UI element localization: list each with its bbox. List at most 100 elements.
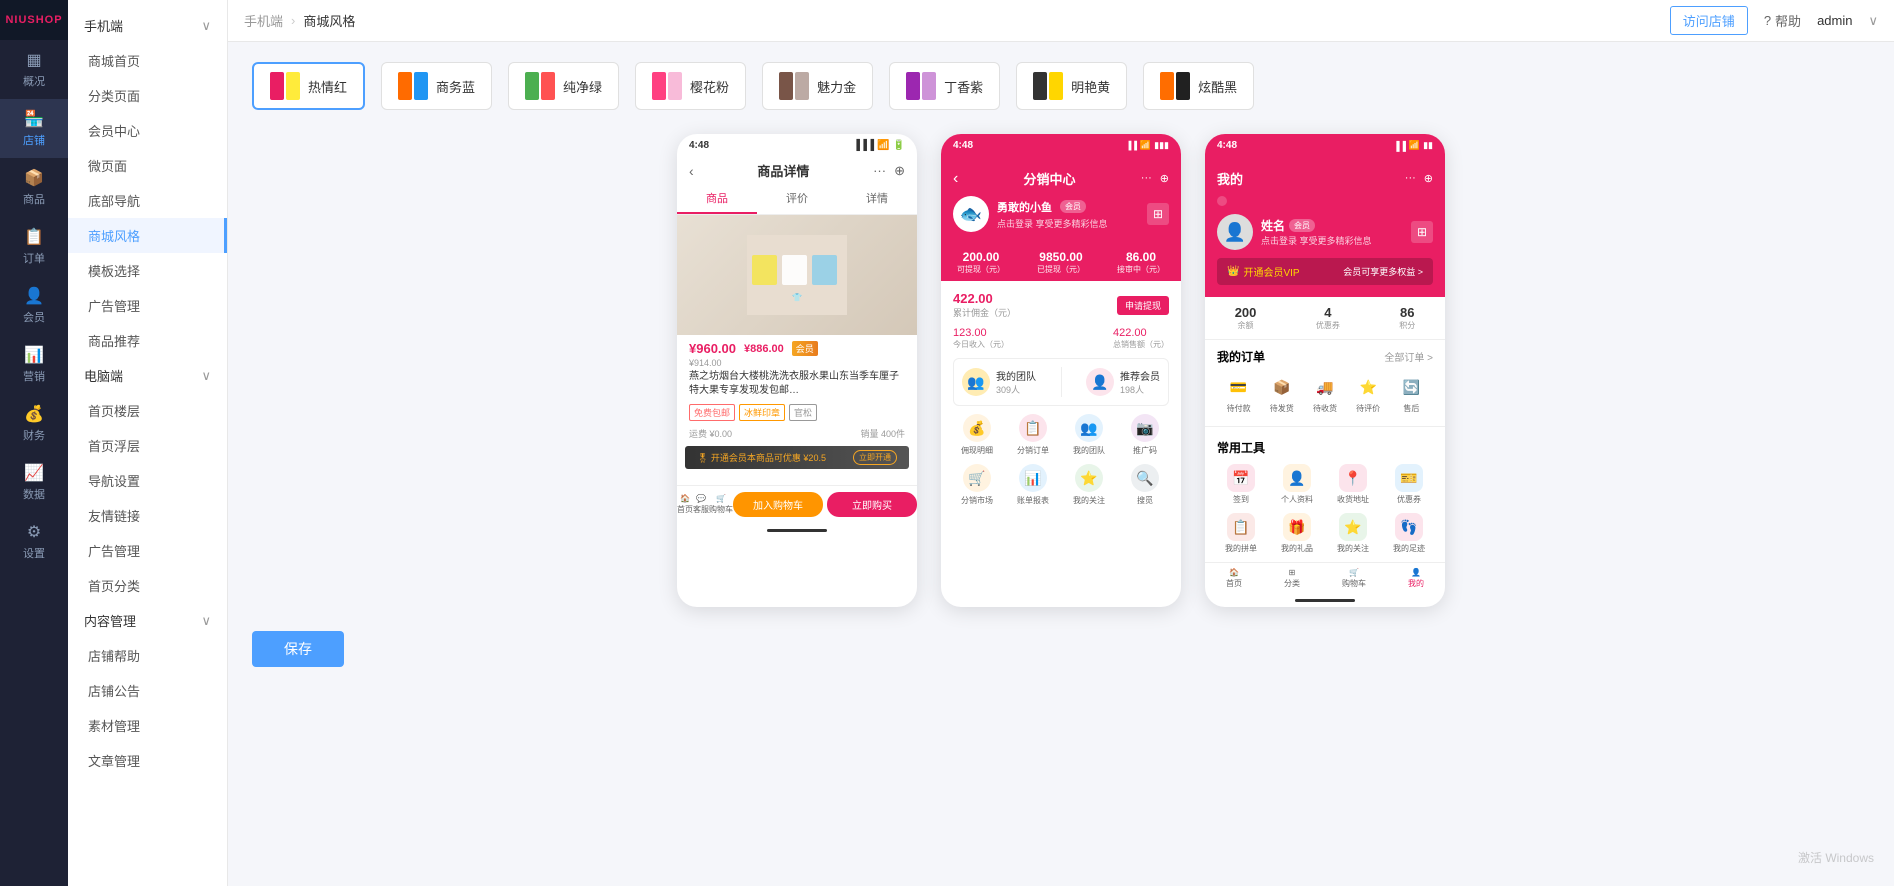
sec-item-pc-ad[interactable]: 广告管理	[68, 533, 227, 568]
theme-card-red[interactable]: 热情红	[252, 62, 365, 110]
dist-action-icons: ··· ⊕	[1141, 172, 1169, 185]
swatch-yellow-2	[1049, 72, 1063, 100]
my-orders-all[interactable]: 全部订单 >	[1384, 349, 1433, 364]
pd-nav-home[interactable]: 🏠 首页	[677, 494, 693, 515]
sec-item-material[interactable]: 素材管理	[68, 708, 227, 743]
theme-card-green[interactable]: 纯净绿	[508, 62, 619, 110]
my-settings-icon[interactable]: ⊕	[1424, 172, 1433, 185]
sidebar-item-member[interactable]: 👤 会员	[0, 276, 68, 335]
help-link[interactable]: ? 帮助	[1764, 11, 1801, 30]
dist-grid-item-3[interactable]: 📷 推广码	[1121, 414, 1169, 456]
sidebar-item-product[interactable]: 📦 商品	[0, 158, 68, 217]
sidebar-item-marketing[interactable]: 📊 营销	[0, 335, 68, 394]
my-tool-address[interactable]: 📍 收货地址	[1329, 464, 1377, 505]
dist-qr-icon[interactable]: ⊞	[1147, 203, 1169, 225]
sec-item-store-recommend[interactable]: 商品推荐	[68, 323, 227, 358]
my-tool-signin[interactable]: 📅 签到	[1217, 464, 1265, 505]
sidebar-item-settings[interactable]: ⚙ 设置	[0, 512, 68, 571]
my-order-pending-ship[interactable]: 📦 待发货	[1268, 373, 1296, 414]
main-sidebar: NIUSHOP ▦ 概况 🏪 店铺 📦 商品 📋 订单 👤 会员 📊 营销 💰 …	[0, 0, 68, 886]
my-qr-icon[interactable]: ⊞	[1411, 221, 1433, 243]
sec-item-bottom-nav[interactable]: 底部导航	[68, 183, 227, 218]
topbar-right: 访问店铺 ? 帮助 admin ∨	[1670, 6, 1878, 35]
sec-item-ad-manage[interactable]: 广告管理	[68, 288, 227, 323]
my-order-pending-receive[interactable]: 🚚 待收货	[1311, 373, 1339, 414]
theme-card-gold[interactable]: 魅力金	[762, 62, 873, 110]
sec-item-store-style[interactable]: 商城风格	[68, 218, 227, 253]
pc-group-title[interactable]: 电脑端 ∨	[68, 358, 227, 393]
sec-item-pc-home-float[interactable]: 首页浮层	[68, 428, 227, 463]
pd-tab-review[interactable]: 评价	[757, 184, 837, 214]
pd-tab-product[interactable]: 商品	[677, 184, 757, 214]
visit-store-button[interactable]: 访问店铺	[1670, 6, 1748, 35]
my-more-icon[interactable]: ···	[1405, 172, 1416, 185]
dist-grid-item-5[interactable]: 📊 账单报表	[1009, 464, 1057, 506]
product-icon: 📦	[24, 168, 44, 188]
theme-card-blue[interactable]: 商务蓝	[381, 62, 492, 110]
more-icon[interactable]: ···	[873, 163, 886, 179]
share-icon[interactable]: ⊕	[894, 163, 905, 179]
my-tool-gift[interactable]: 🎁 我的礼品	[1273, 513, 1321, 554]
my-nav-category[interactable]: ⊞ 分类	[1284, 568, 1300, 589]
pd-nav-service[interactable]: 💬 客服	[693, 494, 709, 515]
dist-grid-item-1[interactable]: 📋 分销订单	[1009, 414, 1057, 456]
mobile-group-title[interactable]: 手机端 ∨	[68, 8, 227, 43]
my-order-pending-pay[interactable]: 💳 待付款	[1225, 373, 1253, 414]
my-order-pending-review[interactable]: ⭐ 待评价	[1354, 373, 1382, 414]
sec-item-micro-page[interactable]: 微页面	[68, 148, 227, 183]
my-tool-group-buy[interactable]: 📋 我的拼单	[1217, 513, 1265, 554]
theme-card-yellow[interactable]: 明艳黄	[1016, 62, 1127, 110]
my-tool-profile[interactable]: 👤 个人资料	[1273, 464, 1321, 505]
dist-more-icon[interactable]: ···	[1141, 172, 1152, 185]
vip-rights-btn[interactable]: 会员可享更多权益 >	[1343, 265, 1423, 278]
my-nav-cart[interactable]: 🛒 购物车	[1342, 568, 1366, 589]
sidebar-item-store[interactable]: 🏪 店铺	[0, 99, 68, 158]
phone-distribution: 4:48 ▐▐ 📶 ▮▮▮ ‹ 分销中心 ···	[941, 134, 1181, 607]
dist-grid-item-7[interactable]: 🔍 搜觅	[1121, 464, 1169, 506]
sec-item-pc-home-category[interactable]: 首页分类	[68, 568, 227, 603]
withdraw-button[interactable]: 申请提现	[1117, 296, 1169, 315]
dist-grid-item-4[interactable]: 🛒 分销市场	[953, 464, 1001, 506]
back-arrow[interactable]: ‹	[689, 163, 694, 179]
chevron-down-icon-pc: ∨	[201, 368, 211, 384]
sidebar-item-data[interactable]: 📈 数据	[0, 453, 68, 512]
my-nav-mine[interactable]: 👤 我的	[1408, 568, 1424, 589]
sec-item-store-help[interactable]: 店铺帮助	[68, 638, 227, 673]
dist-grid-item-2[interactable]: 👥 我的团队	[1065, 414, 1113, 456]
theme-card-pink[interactable]: 樱花粉	[635, 62, 746, 110]
dist-grid-item-6[interactable]: ⭐ 我的关注	[1065, 464, 1113, 506]
my-nav-home[interactable]: 🏠 首页	[1226, 568, 1242, 589]
my-tool-footprint[interactable]: 👣 我的足迹	[1385, 513, 1433, 554]
my-order-after-sales[interactable]: 🔄 售后	[1397, 373, 1425, 414]
vip-promo[interactable]: 👑 开通会员VIP 会员可享更多权益 >	[1217, 258, 1433, 285]
sidebar-item-order[interactable]: 📋 订单	[0, 217, 68, 276]
grid-icon-6: ⭐	[1075, 464, 1103, 492]
my-tool-coupon[interactable]: 🎫 优惠券	[1385, 464, 1433, 505]
pd-tab-detail[interactable]: 详情	[837, 184, 917, 214]
dist-grid-item-0[interactable]: 💰 佣现明细	[953, 414, 1001, 456]
dist-settings-icon[interactable]: ⊕	[1160, 172, 1169, 185]
theme-card-black[interactable]: 炫酷黑	[1143, 62, 1254, 110]
content-group-title[interactable]: 内容管理 ∨	[68, 603, 227, 638]
sidebar-item-finance[interactable]: 💰 财务	[0, 394, 68, 453]
theme-card-purple[interactable]: 丁香紫	[889, 62, 1000, 110]
sec-item-pc-home-tower[interactable]: 首页楼层	[68, 393, 227, 428]
vip-open-btn[interactable]: 立即开通	[853, 450, 897, 465]
sec-item-store-notice[interactable]: 店铺公告	[68, 673, 227, 708]
save-button[interactable]: 保存	[252, 631, 344, 667]
sec-item-member-center[interactable]: 会员中心	[68, 113, 227, 148]
my-tool-follow[interactable]: ⭐ 我的关注	[1329, 513, 1377, 554]
sec-item-pc-friend-link[interactable]: 友情链接	[68, 498, 227, 533]
sec-item-home[interactable]: 商城首页	[68, 43, 227, 78]
question-icon: ?	[1764, 13, 1771, 28]
buy-now-button[interactable]: 立即购买	[827, 492, 917, 517]
pd-nav-cart[interactable]: 🛒 购物车	[709, 494, 733, 515]
sec-item-article[interactable]: 文章管理	[68, 743, 227, 778]
sec-item-pc-nav[interactable]: 导航设置	[68, 463, 227, 498]
sec-item-template[interactable]: 模板选择	[68, 253, 227, 288]
vip-bar[interactable]: 🎖 开通会员本商品可优惠 ¥20.5 立即开通	[685, 446, 909, 469]
add-to-cart-button[interactable]: 加入购物车	[733, 492, 823, 517]
sec-item-category[interactable]: 分类页面	[68, 78, 227, 113]
sidebar-item-overview[interactable]: ▦ 概况	[0, 40, 68, 99]
dist-back-icon[interactable]: ‹	[953, 170, 958, 188]
